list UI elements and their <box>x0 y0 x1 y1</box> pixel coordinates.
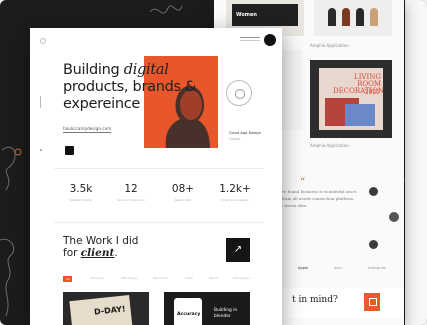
fashion-thumbnail-text: Women <box>236 12 257 18</box>
tab-apple[interactable]: Apple <box>298 266 308 270</box>
contact-cta: t in mind? <box>278 288 404 318</box>
stat-value: 12 <box>124 183 138 195</box>
divider <box>54 168 264 169</box>
badge-subcaption: Google <box>229 137 241 141</box>
work-thumbnail-text: Building in blender <box>214 308 238 319</box>
hero-title-italic: digital <box>123 62 169 78</box>
work-heading-client: client <box>80 247 115 259</box>
stat-value: 08+ <box>171 183 195 195</box>
quote-icon: “ <box>300 177 306 188</box>
work-heading-line1: The Work I did <box>63 235 139 247</box>
avatar <box>389 212 399 222</box>
chat-icon[interactable] <box>65 146 74 155</box>
cta-button[interactable] <box>364 293 380 311</box>
stat-item: 1.2k+ Projects Completed <box>212 183 258 202</box>
hero-title: Building digital products, brands & expe… <box>63 62 223 113</box>
stat-item: 08+ Awards Won <box>160 183 206 202</box>
menu-icon[interactable] <box>40 38 46 44</box>
poster-year: 2020 <box>364 89 380 96</box>
filter-item[interactable]: Branding <box>91 276 104 280</box>
nav-text-lines <box>240 37 260 41</box>
tab-sion[interactable]: Sion <box>334 266 342 270</box>
screenshot: Women Amphia Application LIVING ROOM DEC… <box>0 0 427 325</box>
side-scroll-indicator <box>40 96 41 108</box>
work-heading-dot: . <box>114 247 118 259</box>
filter-item[interactable]: UI/UX <box>185 276 193 280</box>
tab-instagram[interactable]: Instagram <box>368 266 386 270</box>
work-thumbnail[interactable]: D-DAY! <box>63 292 149 325</box>
poster-thumbnail[interactable]: LIVING ROOM DECORATION 2020 <box>310 60 392 138</box>
rotating-badge-icon <box>226 80 252 106</box>
testimonial-tabs: Apple Sion Instagram <box>294 264 404 274</box>
profile-avatar[interactable] <box>264 34 276 46</box>
filter-all[interactable]: All <box>63 276 73 282</box>
stat-label: Projects Completed <box>221 198 249 202</box>
portfolio-page-card: Building digital products, brands & expe… <box>30 28 282 325</box>
stat-label: Awards Won <box>174 198 192 202</box>
avatar <box>369 240 378 249</box>
stats-row: 3.5k Satisfied Clients 12 Years of Exper… <box>58 183 268 213</box>
work-heading-for: for <box>63 247 81 259</box>
badge-caption: Cloud App Design <box>229 131 261 135</box>
filter-item[interactable]: Photography <box>233 276 251 280</box>
work-filters: All Branding Web Design Illustration UI/… <box>63 276 263 284</box>
work-thumbnail-text: Accuracy <box>177 312 201 317</box>
filter-item[interactable]: Web Design <box>121 276 138 280</box>
stat-label: Satisfied Clients <box>69 198 93 202</box>
filter-item[interactable]: Illustration <box>153 276 168 280</box>
stat-label: Years of Experience <box>117 198 145 202</box>
cta-text: t in mind? <box>292 295 338 305</box>
background-card-edge <box>405 0 427 325</box>
stat-item: 3.5k Satisfied Clients <box>58 183 104 202</box>
testimonial-text: I have found business is wonderful asset… <box>274 189 357 208</box>
stat-value: 3.5k <box>69 183 93 195</box>
hero-title-start: Building <box>63 62 124 78</box>
hero-title-rest: products, brands & expereince <box>63 79 197 112</box>
work-thumbnail[interactable]: Accuracy Building in blender <box>164 292 250 325</box>
avatar <box>369 187 378 196</box>
project-caption: Amphia Application <box>310 43 349 48</box>
side-dot <box>40 149 42 151</box>
arrow-up-right-button[interactable]: ↗ <box>226 238 250 262</box>
filter-item[interactable]: Mobile <box>209 276 218 280</box>
work-heading: The Work I did for client. <box>63 235 203 259</box>
product-thumbnail <box>314 0 392 36</box>
divider <box>54 222 264 223</box>
stat-item: 12 Years of Experience <box>108 183 154 202</box>
email-link[interactable]: hauliccampdesign.com <box>63 126 112 133</box>
project-caption: Amphia Application <box>310 143 349 148</box>
stat-value: 1.2k+ <box>219 183 251 195</box>
